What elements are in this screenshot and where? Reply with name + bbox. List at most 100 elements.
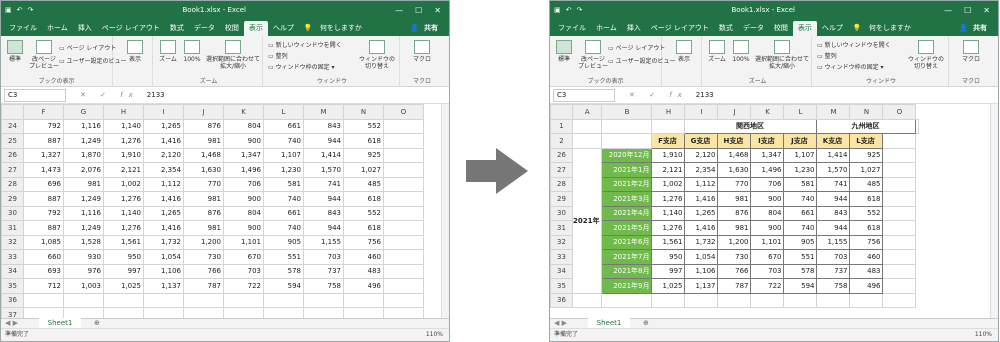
cell[interactable]: 1,570: [816, 162, 851, 178]
month-cell[interactable]: 2021年1月: [601, 162, 653, 178]
row-header[interactable]: 30: [550, 205, 573, 221]
cell[interactable]: 1,561: [103, 234, 144, 250]
cell[interactable]: 618: [343, 220, 384, 236]
cell[interactable]: [882, 292, 917, 308]
row-header[interactable]: 24: [1, 118, 24, 134]
store-header[interactable]: I支店: [750, 133, 785, 149]
cell[interactable]: 1,230: [783, 162, 818, 178]
cell[interactable]: 900: [223, 191, 264, 207]
cell[interactable]: 1,414: [303, 147, 344, 163]
save-icon[interactable]: ▣: [5, 6, 12, 14]
region-header-kansai[interactable]: 関西地区: [684, 118, 818, 134]
month-cell[interactable]: 2021年2月: [601, 176, 653, 192]
cell[interactable]: [223, 307, 264, 318]
fx-icon[interactable]: fx: [120, 91, 139, 99]
cell[interactable]: 792: [23, 205, 64, 221]
cell[interactable]: 1,630: [183, 162, 224, 178]
column-header[interactable]: J: [183, 104, 224, 120]
cell[interactable]: 741: [303, 176, 344, 192]
cell[interactable]: 758: [303, 278, 344, 294]
cell[interactable]: 741: [816, 176, 851, 192]
new-window-button[interactable]: ▭ 新しいウィンドウを開く: [268, 40, 342, 49]
tab-3[interactable]: ページ レイアウト: [97, 21, 165, 36]
add-sheet-icon[interactable]: ⊕: [643, 319, 649, 327]
show-button[interactable]: 表示: [125, 40, 145, 63]
cell[interactable]: 1,910: [103, 147, 144, 163]
cell[interactable]: 594: [783, 278, 818, 294]
cell[interactable]: 460: [849, 249, 884, 265]
cell[interactable]: 930: [63, 249, 104, 265]
cell[interactable]: [882, 278, 917, 294]
cell[interactable]: 581: [783, 176, 818, 192]
cell[interactable]: [849, 292, 884, 308]
cell[interactable]: 551: [263, 249, 304, 265]
row-header[interactable]: 31: [550, 220, 573, 236]
zoom-level[interactable]: 110%: [975, 329, 992, 341]
cell[interactable]: 1,107: [263, 147, 304, 163]
cell[interactable]: 1,230: [263, 162, 304, 178]
cell[interactable]: 1,414: [816, 147, 851, 163]
cell[interactable]: 730: [183, 249, 224, 265]
cell[interactable]: 876: [183, 118, 224, 134]
zoom-selection-button[interactable]: 選択範囲に合わせて 拡大/縮小: [754, 40, 810, 70]
cell[interactable]: 997: [651, 263, 686, 279]
cell[interactable]: 703: [303, 249, 344, 265]
normal-view-button[interactable]: 標準: [3, 40, 27, 63]
cell[interactable]: 1,140: [651, 205, 686, 221]
macro-button[interactable]: マクロ: [959, 40, 983, 63]
row-header[interactable]: 26: [1, 147, 24, 163]
cell[interactable]: 1,054: [684, 249, 719, 265]
store-header[interactable]: L支店: [849, 133, 884, 149]
store-header[interactable]: J支店: [783, 133, 818, 149]
cell[interactable]: 950: [651, 249, 686, 265]
column-header[interactable]: N: [343, 104, 384, 120]
cell[interactable]: 1,137: [143, 278, 184, 294]
cell[interactable]: [882, 263, 917, 279]
cell[interactable]: 1,249: [63, 220, 104, 236]
cell[interactable]: 1,570: [303, 162, 344, 178]
cell[interactable]: 1,140: [103, 205, 144, 221]
row-header[interactable]: 26: [550, 147, 573, 163]
cell[interactable]: [143, 292, 184, 308]
year-label[interactable]: 2021年: [571, 147, 603, 294]
cell[interactable]: 887: [23, 133, 64, 149]
cell[interactable]: 944: [816, 191, 851, 207]
redo-icon[interactable]: ↷: [577, 6, 583, 14]
cell[interactable]: [103, 307, 144, 318]
cell[interactable]: 944: [303, 133, 344, 149]
column-header[interactable]: L: [783, 104, 818, 120]
tab-8[interactable]: ヘルプ: [268, 21, 299, 36]
month-cell[interactable]: 2021年7月: [601, 249, 653, 265]
cell[interactable]: [383, 278, 424, 294]
cell[interactable]: [143, 307, 184, 318]
page-layout-button[interactable]: ▭ ページ レイアウト: [59, 43, 116, 52]
cell[interactable]: 552: [849, 205, 884, 221]
cell[interactable]: [383, 176, 424, 192]
cell[interactable]: 876: [717, 205, 752, 221]
column-header[interactable]: N: [849, 104, 884, 120]
cell[interactable]: 944: [303, 220, 344, 236]
cell[interactable]: [783, 292, 818, 308]
row-header[interactable]: 27: [1, 162, 24, 178]
cell[interactable]: 1,085: [23, 234, 64, 250]
cell[interactable]: [882, 147, 917, 163]
cell[interactable]: 1,496: [223, 162, 264, 178]
tab-2[interactable]: 挿入: [73, 21, 97, 36]
cell[interactable]: 737: [816, 263, 851, 279]
cell[interactable]: 1,265: [684, 205, 719, 221]
cell[interactable]: 706: [223, 176, 264, 192]
column-header[interactable]: I: [143, 104, 184, 120]
month-cell[interactable]: 2021年4月: [601, 205, 653, 221]
cell[interactable]: 804: [750, 205, 785, 221]
fx-icon[interactable]: fx: [669, 91, 688, 99]
zoom-selection-button[interactable]: 選択範囲に合わせて 拡大/縮小: [205, 40, 261, 70]
cell[interactable]: 661: [783, 205, 818, 221]
cell[interactable]: 887: [23, 191, 64, 207]
row-header[interactable]: 32: [550, 234, 573, 250]
cell[interactable]: [383, 205, 424, 221]
cell[interactable]: 1,416: [684, 220, 719, 236]
column-header[interactable]: O: [882, 104, 917, 120]
cell[interactable]: 618: [343, 191, 384, 207]
cell[interactable]: 1,276: [103, 191, 144, 207]
cell[interactable]: [882, 133, 917, 149]
